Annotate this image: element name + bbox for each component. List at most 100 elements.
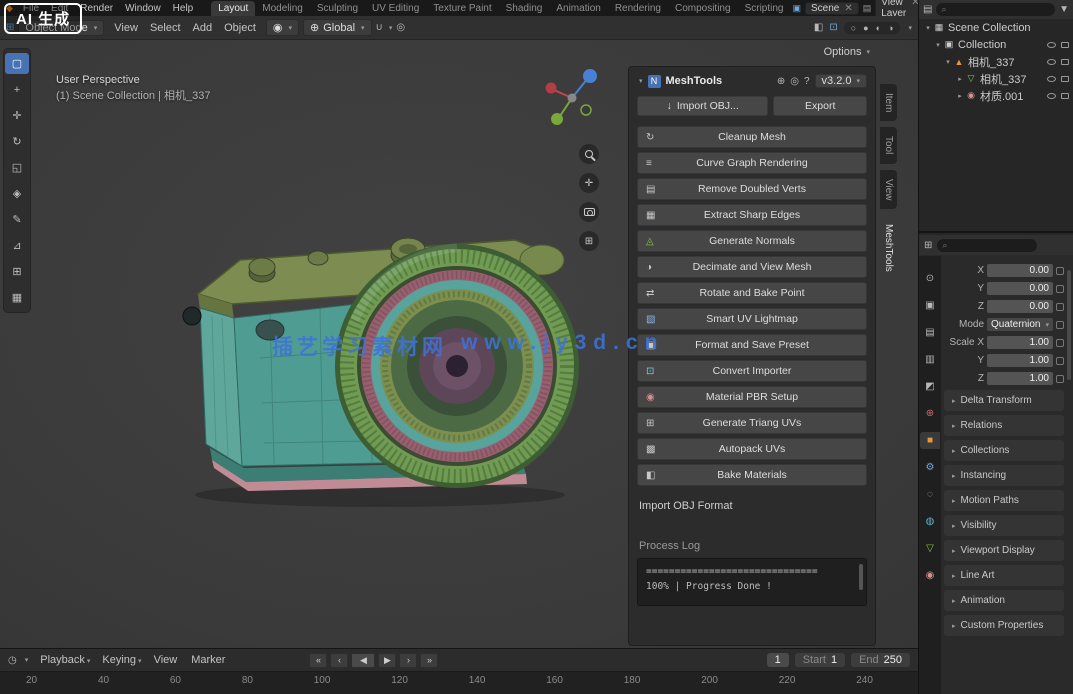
disable-render-icon[interactable] xyxy=(1061,42,1069,48)
snap-caret-icon[interactable]: ▾ xyxy=(389,24,393,32)
workspace-tab[interactable]: Sculpting xyxy=(310,1,365,16)
timeline-menu[interactable]: Playback▾ xyxy=(34,654,96,666)
frame-end-field[interactable]: End250 xyxy=(851,653,910,667)
playback-button[interactable]: › xyxy=(399,653,417,668)
frame-start-field[interactable]: Start1 xyxy=(795,653,845,667)
playback-button[interactable]: ◀ xyxy=(351,653,375,668)
addon-tool-button[interactable]: ⇄ Rotate and Bake Point xyxy=(637,282,867,304)
lock-icon[interactable] xyxy=(1056,321,1064,329)
viewport-options-dropdown[interactable]: Options▾ xyxy=(824,46,870,58)
properties-section-header[interactable]: ▸Visibility xyxy=(944,515,1064,536)
filter-funnel-icon[interactable]: ▼ xyxy=(1059,4,1069,15)
snap-magnet-icon[interactable]: ∪ xyxy=(376,22,383,33)
field-value[interactable]: 0.00▾ xyxy=(987,300,1053,313)
properties-section-header[interactable]: ▸Custom Properties xyxy=(944,615,1064,636)
addon-tool-button[interactable]: ◑ Decimate and View Mesh xyxy=(637,256,867,278)
sidebar-tab[interactable]: Item xyxy=(880,84,897,121)
sidebar-tab[interactable]: Tool xyxy=(880,127,897,163)
outliner-search-input[interactable]: ⌕ xyxy=(936,3,1055,16)
import-obj-button[interactable]: ↓Import OBJ... xyxy=(637,96,768,116)
addon-tool-button[interactable]: ◉ Material PBR Setup xyxy=(637,386,867,408)
workspace-tab[interactable]: Texture Paint xyxy=(426,1,498,16)
pan-hand-icon[interactable]: ✛ xyxy=(579,173,599,193)
disable-render-icon[interactable] xyxy=(1061,93,1069,99)
properties-scrollbar[interactable] xyxy=(1067,270,1071,380)
properties-tab[interactable]: ◌ xyxy=(920,486,940,503)
lock-icon[interactable] xyxy=(1056,267,1064,275)
tool-button[interactable]: + xyxy=(5,79,29,100)
tool-button[interactable]: ✎ xyxy=(5,209,29,230)
process-log-box[interactable]: ==============================100% | Pro… xyxy=(637,558,867,606)
properties-search-input[interactable]: ⌕ xyxy=(937,239,1037,252)
viewport-menu-item[interactable]: Add xyxy=(187,22,219,34)
editor-type-icon[interactable]: ▤ xyxy=(923,4,932,15)
pin-icon[interactable]: ◎ xyxy=(790,76,799,87)
outliner-row[interactable]: ▾ ▦ Scene Collection xyxy=(919,19,1073,36)
wireframe-shading-icon[interactable]: ○ xyxy=(851,23,856,33)
tool-button[interactable]: ◱ xyxy=(5,157,29,178)
properties-tab[interactable]: ■ xyxy=(920,432,940,449)
addon-tool-button[interactable]: ▧ Smart UV Lightmap xyxy=(637,308,867,330)
playback-button[interactable]: « xyxy=(309,653,327,668)
properties-tab[interactable]: ◉ xyxy=(920,567,940,584)
outliner-row[interactable]: ▾ ▲ 相机_337 xyxy=(919,53,1073,70)
solid-shading-icon[interactable]: ● xyxy=(863,23,868,33)
properties-tab[interactable]: ⊕ xyxy=(920,405,940,422)
workspace-tab[interactable]: Shading xyxy=(499,1,550,16)
viewport-menu-item[interactable]: Object xyxy=(218,22,262,34)
workspace-tab[interactable]: Compositing xyxy=(668,1,738,16)
help-icon[interactable]: ? xyxy=(804,76,810,87)
lock-icon[interactable] xyxy=(1056,375,1064,383)
proportional-editing-icon[interactable]: ◎ xyxy=(396,22,405,33)
expand-caret-icon[interactable]: ▾ xyxy=(923,24,933,32)
xray-toggle-icon[interactable]: ⊡ xyxy=(829,22,837,33)
properties-section-header[interactable]: ▸Instancing xyxy=(944,465,1064,486)
disable-render-icon[interactable] xyxy=(1061,59,1069,65)
outliner-row[interactable]: ▾ ▣ Collection xyxy=(919,36,1073,53)
addon-tool-button[interactable]: ⊞ Generate Triang UVs xyxy=(637,412,867,434)
properties-section-header[interactable]: ▸Motion Paths xyxy=(944,490,1064,511)
addon-tool-button[interactable]: ↻ Cleanup Mesh xyxy=(637,126,867,148)
properties-tab[interactable]: ⚙ xyxy=(920,459,940,476)
tool-button[interactable]: ⊿ xyxy=(5,235,29,256)
addon-tool-button[interactable]: ▩ Autopack UVs xyxy=(637,438,867,460)
addon-tool-button[interactable]: ≡ Curve Graph Rendering xyxy=(637,152,867,174)
lock-icon[interactable] xyxy=(1056,285,1064,293)
preset-add-icon[interactable]: ⊕ xyxy=(777,76,785,87)
workspace-tab[interactable]: Layout xyxy=(211,1,255,16)
addon-tool-button[interactable]: ⊡ Convert Importer xyxy=(637,360,867,382)
field-value[interactable]: 1.00▾ xyxy=(987,372,1053,385)
outliner-row[interactable]: ▸ ▽ 相机_337 xyxy=(919,70,1073,87)
sidebar-tab[interactable]: MeshTools xyxy=(880,215,897,281)
overlays-icon[interactable]: ◧ xyxy=(814,22,823,33)
pivot-dropdown[interactable]: ◉▾ xyxy=(266,19,299,36)
scene-selector[interactable]: Scene✕ xyxy=(805,2,859,15)
tool-button[interactable]: ▢ xyxy=(5,53,29,74)
workspace-tab[interactable]: UV Editing xyxy=(365,1,426,16)
properties-tab[interactable]: ◍ xyxy=(920,513,940,530)
expand-caret-icon[interactable]: ▾ xyxy=(933,41,943,49)
hide-viewport-icon[interactable] xyxy=(1047,93,1056,99)
disable-render-icon[interactable] xyxy=(1061,76,1069,82)
properties-section-header[interactable]: ▸Relations xyxy=(944,415,1064,436)
field-value[interactable]: 0.00▾ xyxy=(987,282,1053,295)
properties-tab[interactable]: ▥ xyxy=(920,351,940,368)
lock-icon[interactable] xyxy=(1056,303,1064,311)
addon-tool-button[interactable]: ◧ Bake Materials xyxy=(637,464,867,486)
collapse-icon[interactable]: ▾ xyxy=(639,77,643,85)
version-dropdown[interactable]: v3.2.0▾ xyxy=(815,74,867,88)
playback-button[interactable]: ▶ xyxy=(378,653,396,668)
field-value[interactable]: 1.00▾ xyxy=(987,354,1053,367)
workspace-tab[interactable]: Rendering xyxy=(608,1,668,16)
tool-button[interactable]: ↻ xyxy=(5,131,29,152)
properties-tab[interactable]: ▽ xyxy=(920,540,940,557)
hide-viewport-icon[interactable] xyxy=(1047,76,1056,82)
outliner-row[interactable]: ▸ ◉ 材质.001 xyxy=(919,87,1073,104)
tool-button[interactable]: ✛ xyxy=(5,105,29,126)
tool-button[interactable]: ⊞ xyxy=(5,261,29,282)
addon-tool-button[interactable]: ◬ Generate Normals xyxy=(637,230,867,252)
properties-tab[interactable]: ⊙ xyxy=(920,270,940,287)
zoom-icon[interactable] xyxy=(579,144,599,164)
editor-type-icon[interactable]: ◷ xyxy=(8,655,17,666)
editor-type-icon[interactable]: ⊞ xyxy=(924,240,932,251)
